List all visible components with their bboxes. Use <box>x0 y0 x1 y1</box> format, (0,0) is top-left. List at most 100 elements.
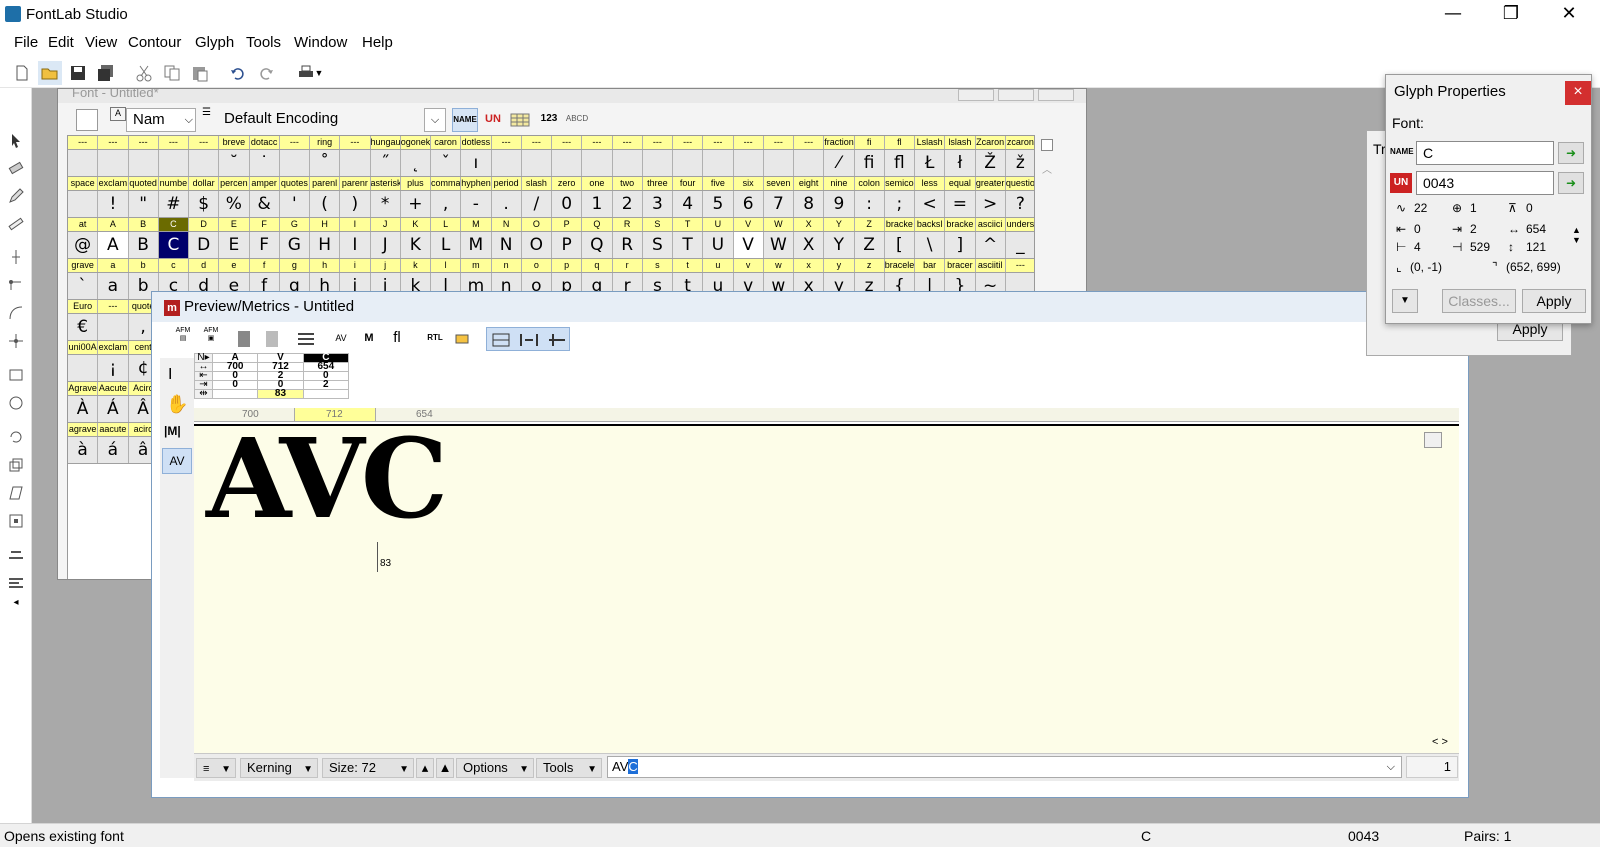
glyph-cell[interactable]: E <box>219 232 250 258</box>
glyph-cell[interactable]: ł <box>945 150 976 176</box>
cut-icon[interactable] <box>132 61 156 85</box>
glyph-cell[interactable]: A <box>98 232 129 258</box>
line-count-field[interactable]: 1 <box>1406 756 1458 778</box>
import-metrics-icon[interactable] <box>232 327 258 351</box>
open-folder-icon[interactable] <box>38 61 62 85</box>
glyph-cell[interactable]: ; <box>885 191 915 217</box>
glyph-cell[interactable]: F <box>250 232 280 258</box>
glyph-cell[interactable]: & <box>250 191 280 217</box>
size-dropdown[interactable]: Size: 72 ▼ <box>322 758 414 778</box>
glyph-cell[interactable] <box>98 150 129 176</box>
list-pairs-icon[interactable] <box>294 327 320 351</box>
glyph-cell[interactable]: € <box>68 314 99 340</box>
menu-edit[interactable]: Edit <box>48 34 74 51</box>
kern-v[interactable]: 83 <box>257 389 304 399</box>
glyph-cell[interactable]: U <box>703 232 734 258</box>
print-icon[interactable]: ▼ <box>290 61 330 85</box>
grid-option-icon[interactable] <box>1041 139 1053 151</box>
canvas-scroll-arrows-icon[interactable]: < > <box>1432 736 1448 748</box>
glyph-cell[interactable]: Q <box>582 232 613 258</box>
glyph-cell[interactable]: Y <box>824 232 855 258</box>
size-down-icon[interactable]: ▴ <box>416 758 434 778</box>
font-window-maximize-button[interactable] <box>998 89 1034 101</box>
kern-a[interactable] <box>211 389 259 399</box>
measure-tool-icon[interactable] <box>4 543 28 567</box>
metrics-icon[interactable]: M <box>356 327 382 351</box>
menu-help[interactable]: Help <box>362 34 393 51</box>
glyph-cell[interactable] <box>340 150 371 176</box>
text-cursor-tool-icon[interactable]: I <box>168 366 172 384</box>
glyph-cell[interactable]: 8 <box>794 191 825 217</box>
hand-tool-icon[interactable]: ✋ <box>166 394 188 415</box>
glyph-cell[interactable]: T <box>673 232 704 258</box>
undo-icon[interactable] <box>226 61 250 85</box>
classes-button[interactable]: Classes... <box>1442 289 1516 313</box>
stat-rsb[interactable]: 2 <box>1470 222 1477 236</box>
glyph-cell[interactable]: ˇ <box>431 150 462 176</box>
glyph-cell[interactable]: , <box>431 191 462 217</box>
glyph-cell[interactable] <box>643 150 673 176</box>
menu-glyph[interactable]: Glyph <box>195 34 234 51</box>
tools-dropdown[interactable]: Tools ▼ <box>536 758 602 778</box>
glyph-cell[interactable]: ı <box>461 150 492 176</box>
glyph-cell[interactable] <box>189 150 220 176</box>
stat-lsb[interactable]: 0 <box>1414 222 1421 236</box>
glyph-cell[interactable]: V <box>733 232 764 258</box>
rsb-a[interactable]: 0 <box>211 380 259 390</box>
unicode-mode-icon[interactable]: UN <box>480 108 506 132</box>
node-tool-icon[interactable] <box>4 329 28 353</box>
kern-c[interactable] <box>302 389 350 399</box>
paste-icon[interactable] <box>188 61 212 85</box>
glyph-name-field[interactable]: C <box>1416 141 1554 165</box>
canvas-option-icon[interactable] <box>1424 432 1442 448</box>
glyph-cell[interactable] <box>764 150 794 176</box>
show-kerning-icon[interactable] <box>545 330 569 350</box>
glyph-cell[interactable] <box>582 150 613 176</box>
glyph-cell[interactable]: " <box>129 191 159 217</box>
glyph-cell[interactable]: ˚ <box>310 150 341 176</box>
minimize-button[interactable]: — <box>1424 0 1482 30</box>
glyph-cell[interactable]: a <box>98 273 129 299</box>
glyph-cell[interactable]: _ <box>1006 232 1034 258</box>
glyph-cell[interactable]: ˘ <box>219 150 250 176</box>
glyph-cell[interactable]: ⁄ <box>824 150 855 176</box>
apply-name-arrow-icon[interactable]: ➜ <box>1558 142 1584 164</box>
add-point-tool-icon[interactable] <box>4 273 28 297</box>
kerning-mode-dropdown[interactable]: Kerning ▼ <box>240 758 318 778</box>
glyph-cell[interactable]: J <box>371 232 401 258</box>
apply-unicode-arrow-icon[interactable]: ➜ <box>1558 172 1584 194</box>
name-mode-icon[interactable]: NAME <box>452 108 478 132</box>
show-sidebearings-icon[interactable] <box>517 330 541 350</box>
rotate-tool-icon[interactable] <box>4 425 28 449</box>
glyph-cell[interactable] <box>613 150 643 176</box>
save-all-icon[interactable] <box>94 61 118 85</box>
glyph-cell[interactable]: ž <box>1006 150 1034 176</box>
glyph-cell[interactable]: * <box>371 191 401 217</box>
glyph-cell[interactable] <box>522 150 552 176</box>
glyph-cell[interactable]: # <box>159 191 189 217</box>
glyph-cell[interactable] <box>68 355 99 381</box>
glyph-properties-close-icon[interactable]: × <box>1565 81 1591 105</box>
rsb-c[interactable]: 2 <box>302 380 350 390</box>
encoding-dropdown-arrow-icon[interactable]: ⌵ <box>424 108 446 132</box>
mode-dropdown[interactable]: Nam ⌵ <box>126 108 196 132</box>
ruler-tool-icon[interactable] <box>4 212 28 236</box>
glyph-cell[interactable]: : <box>855 191 885 217</box>
glyph-cell[interactable]: Ž <box>976 150 1006 176</box>
glyph-cell[interactable]: 2 <box>613 191 643 217</box>
glyph-cell[interactable] <box>734 150 764 176</box>
index-mode-icon[interactable]: 123 <box>536 108 562 132</box>
knife-tool-icon[interactable] <box>4 245 28 269</box>
glyph-cell[interactable] <box>98 314 129 340</box>
glyph-cell[interactable]: K <box>401 232 431 258</box>
glyph-cell[interactable]: ! <box>98 191 129 217</box>
pointer-tool-icon[interactable] <box>4 129 28 153</box>
glyph-cell[interactable]: Z <box>855 232 885 258</box>
glyph-cell[interactable]: + <box>401 191 431 217</box>
rtl-icon[interactable]: RTL <box>422 327 448 351</box>
glyph-cell[interactable]: ˝ <box>371 150 401 176</box>
glyph-cell[interactable]: B <box>129 232 159 258</box>
menu-view[interactable]: View <box>85 34 117 51</box>
size-up-icon[interactable]: ▲ <box>436 758 454 778</box>
glyph-cell[interactable]: - <box>461 191 492 217</box>
